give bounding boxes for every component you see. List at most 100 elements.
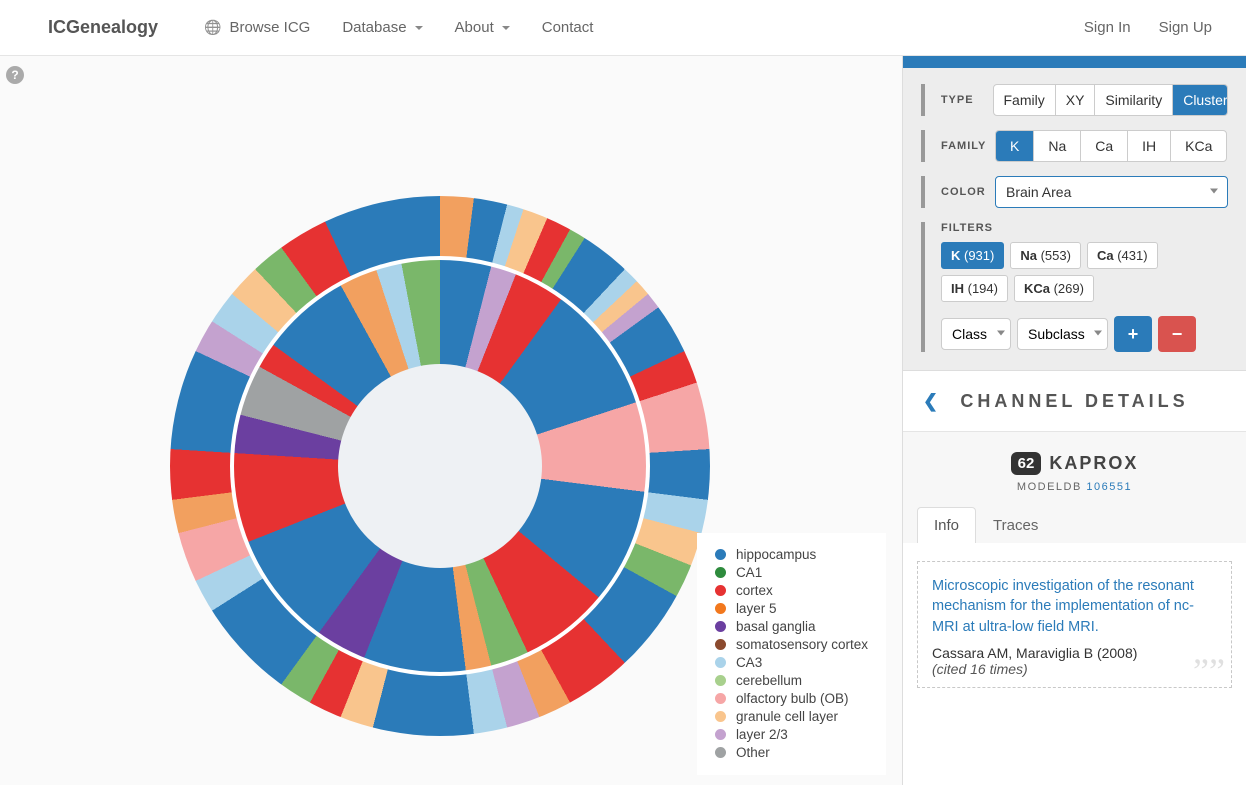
legend-item: olfactory bulb (OB) <box>711 691 868 706</box>
subclass-select[interactable]: Subclass <box>1017 318 1108 350</box>
modeldb-label: MODELDB <box>1017 481 1082 493</box>
nav-signin[interactable]: Sign In <box>1070 1 1145 54</box>
quote-icon: ”” <box>1193 653 1225 689</box>
type-opt-xy[interactable]: XY <box>1056 85 1096 115</box>
tab-info[interactable]: Info <box>917 507 976 543</box>
legend: hippocampus CA1 cortex layer 5 basal ganglia… <box>697 533 886 775</box>
swatch-icon <box>715 729 726 740</box>
family-opt-k[interactable]: K <box>996 131 1034 161</box>
channel-id-badge: 62 <box>1011 452 1042 475</box>
legend-label: cortex <box>736 583 773 598</box>
citation-box: Microscopic investigation of the resonan… <box>917 561 1232 688</box>
legend-label: basal ganglia <box>736 619 816 634</box>
swatch-icon <box>715 693 726 704</box>
accent-bar <box>903 56 1246 68</box>
legend-item: cerebellum <box>711 673 868 688</box>
legend-label: Other <box>736 745 770 760</box>
legend-item: somatosensory cortex <box>711 637 868 652</box>
citation-count: (cited 16 times) <box>932 661 1217 677</box>
legend-item: layer 5 <box>711 601 868 616</box>
caret-icon <box>502 26 510 30</box>
remove-filter-button[interactable]: − <box>1158 316 1196 352</box>
accent-tick <box>921 84 925 116</box>
legend-item: CA1 <box>711 565 868 580</box>
filter-pill-na[interactable]: Na (553) <box>1010 242 1081 269</box>
type-opt-similarity[interactable]: Similarity <box>1095 85 1173 115</box>
nav-database[interactable]: Database <box>328 1 436 54</box>
family-opt-ih[interactable]: IH <box>1128 131 1171 161</box>
legend-label: somatosensory cortex <box>736 637 868 652</box>
legend-item: Other <box>711 745 868 760</box>
filter-pills: K (931)Na (553)Ca (431) IH (194)KCa (269) <box>941 242 1228 302</box>
detail-title: CHANNEL DETAILS <box>960 391 1188 412</box>
filter-pill-ih[interactable]: IH (194) <box>941 275 1008 302</box>
swatch-icon <box>715 567 726 578</box>
family-group: KNaCaIHKCa <box>995 130 1227 162</box>
color-label: COLOR <box>941 186 995 198</box>
caret-icon <box>415 26 423 30</box>
swatch-icon <box>715 603 726 614</box>
class-select[interactable]: Class <box>941 318 1011 350</box>
tab-traces[interactable]: Traces <box>976 507 1055 543</box>
swatch-icon <box>715 747 726 758</box>
nav-contact[interactable]: Contact <box>528 1 608 54</box>
globe-icon <box>204 19 225 36</box>
legend-label: layer 2/3 <box>736 727 788 742</box>
type-label: TYPE <box>941 94 993 106</box>
add-filter-button[interactable]: + <box>1114 316 1152 352</box>
legend-label: cerebellum <box>736 673 802 688</box>
type-opt-cluster[interactable]: Cluster <box>1173 85 1228 115</box>
filters-label: FILTERS <box>941 222 1228 234</box>
legend-label: CA1 <box>736 565 762 580</box>
swatch-icon <box>715 549 726 560</box>
accent-tick <box>921 176 925 208</box>
legend-label: granule cell layer <box>736 709 838 724</box>
help-icon[interactable]: ? <box>6 66 24 84</box>
detail-body: Microscopic investigation of the resonan… <box>903 543 1246 785</box>
legend-item: cortex <box>711 583 868 598</box>
nav-browse[interactable]: Browse ICG <box>190 1 324 54</box>
channel-meta: 62 KAPROX MODELDB 106551 <box>903 432 1246 507</box>
filter-pill-ca[interactable]: Ca (431) <box>1087 242 1158 269</box>
nav-signup[interactable]: Sign Up <box>1145 1 1226 54</box>
family-opt-kca[interactable]: KCa <box>1171 131 1226 161</box>
swatch-icon <box>715 621 726 632</box>
sidebar: TYPE FamilyXYSimilarityCluster FAMILY KN… <box>902 56 1246 785</box>
legend-item: granule cell layer <box>711 709 868 724</box>
legend-label: olfactory bulb (OB) <box>736 691 849 706</box>
controls-block: TYPE FamilyXYSimilarityCluster FAMILY KN… <box>903 68 1246 370</box>
detail-header: ❮ CHANNEL DETAILS <box>903 370 1246 432</box>
detail-tabs: InfoTraces <box>903 507 1246 543</box>
filter-pill-k[interactable]: K (931) <box>941 242 1004 269</box>
citation-authors: Cassara AM, Maraviglia B (2008) <box>932 645 1217 661</box>
swatch-icon <box>715 675 726 686</box>
legend-label: hippocampus <box>736 547 816 562</box>
family-label: FAMILY <box>941 140 995 152</box>
modeldb-link[interactable]: 106551 <box>1086 481 1132 493</box>
legend-item: layer 2/3 <box>711 727 868 742</box>
legend-item: CA3 <box>711 655 868 670</box>
nav-about[interactable]: About <box>441 1 524 54</box>
sunburst-chart[interactable] <box>170 196 710 736</box>
color-select[interactable]: Brain Area <box>995 176 1228 208</box>
legend-label: layer 5 <box>736 601 777 616</box>
accent-tick <box>921 130 925 162</box>
brand[interactable]: ICGenealogy <box>20 17 186 38</box>
legend-label: CA3 <box>736 655 762 670</box>
swatch-icon <box>715 711 726 722</box>
viz-area: ? hippocampus CA1 cortex layer 5 basal gangl… <box>0 56 902 785</box>
back-button[interactable]: ❮ <box>923 391 938 412</box>
type-group: FamilyXYSimilarityCluster <box>993 84 1229 116</box>
family-opt-ca[interactable]: Ca <box>1081 131 1128 161</box>
family-opt-na[interactable]: Na <box>1034 131 1081 161</box>
navbar: ICGenealogy Browse ICG Database About Co… <box>0 0 1246 56</box>
swatch-icon <box>715 585 726 596</box>
filter-pill-kca[interactable]: KCa (269) <box>1014 275 1094 302</box>
swatch-icon <box>715 639 726 650</box>
swatch-icon <box>715 657 726 668</box>
type-opt-family[interactable]: Family <box>994 85 1056 115</box>
legend-item: basal ganglia <box>711 619 868 634</box>
legend-item: hippocampus <box>711 547 868 562</box>
citation-title-link[interactable]: Microscopic investigation of the resonan… <box>932 576 1217 637</box>
channel-name: KAPROX <box>1049 453 1138 474</box>
